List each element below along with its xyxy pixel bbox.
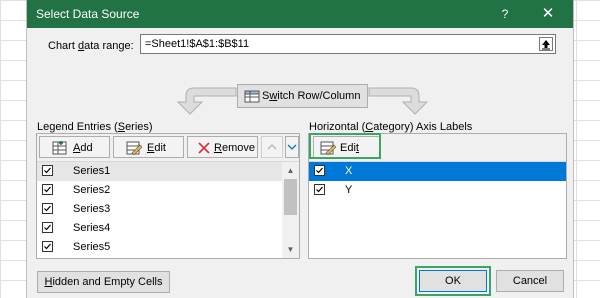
series-checkbox[interactable] <box>42 165 53 176</box>
right-curved-arrow-icon <box>368 87 429 115</box>
ok-button[interactable]: OK <box>419 270 487 292</box>
list-item[interactable]: Series3 <box>37 200 282 219</box>
axis-label-checkbox[interactable] <box>314 165 325 176</box>
range-select-icon <box>542 40 550 50</box>
series-label: Series1 <box>73 165 111 177</box>
left-curved-arrow-icon <box>176 87 237 115</box>
switch-row-column-icon <box>244 90 260 103</box>
legend-entries-label: Legend Entries (Series) <box>37 121 153 133</box>
list-item[interactable]: Series5 <box>37 238 282 257</box>
series-label: Series2 <box>73 184 111 196</box>
scroll-down-arrow-icon[interactable]: ▼ <box>282 241 299 258</box>
series-label: Series3 <box>73 203 111 215</box>
hidden-empty-cells-button[interactable]: Hidden and Empty Cells <box>37 271 170 293</box>
series-label: Series4 <box>73 222 111 234</box>
chevron-down-icon <box>287 144 297 150</box>
checkmark-icon <box>316 167 323 174</box>
switch-row-column-button[interactable]: Switch Row/Column <box>237 84 368 108</box>
axis-label: X <box>345 165 353 177</box>
checkmark-icon <box>44 186 51 193</box>
remove-x-icon <box>198 142 210 154</box>
collapse-dialog-button[interactable] <box>539 37 553 51</box>
checkmark-icon <box>316 186 323 193</box>
scrollbar-thumb[interactable] <box>284 179 297 215</box>
close-button[interactable]: ✕ <box>533 3 563 25</box>
checkmark-icon <box>44 243 51 250</box>
add-series-button[interactable]: Add <box>39 136 110 158</box>
edit-highlight-frame <box>309 133 381 159</box>
remove-series-label: Remove <box>214 142 255 154</box>
legend-entries-panel: Add Edit Remove Series1 Series2 Series3 … <box>36 133 300 259</box>
edit-series-button[interactable]: Edit <box>113 136 184 158</box>
list-item[interactable]: Y <box>309 181 566 200</box>
series-checkbox[interactable] <box>42 241 53 252</box>
dialog-title: Select Data Source <box>36 7 140 21</box>
help-button[interactable]: ? <box>493 3 517 25</box>
move-down-button[interactable] <box>285 136 299 158</box>
dialog-titlebar: Select Data Source ? ✕ <box>27 0 573 28</box>
checkmark-icon <box>44 167 51 174</box>
checkmark-icon <box>44 224 51 231</box>
add-series-label: Add <box>73 142 93 154</box>
chart-data-range-label: Chart data range: <box>48 40 134 52</box>
axis-label-checkbox[interactable] <box>314 184 325 195</box>
list-item[interactable]: Series2 <box>37 181 282 200</box>
chart-data-range-value[interactable]: =Sheet1!$A$1:$B$11 <box>145 38 249 50</box>
remove-series-button[interactable]: Remove <box>187 136 258 158</box>
move-up-button[interactable] <box>261 136 283 158</box>
axis-label: Y <box>345 184 353 196</box>
list-item[interactable]: X <box>309 162 566 181</box>
edit-series-label: Edit <box>147 142 166 154</box>
scroll-up-arrow-icon[interactable]: ▲ <box>282 162 299 179</box>
cancel-button[interactable]: Cancel <box>496 270 564 292</box>
series-checkbox[interactable] <box>42 222 53 233</box>
series-checkbox[interactable] <box>42 184 53 195</box>
chart-data-range-input[interactable]: =Sheet1!$A$1:$B$11 <box>140 34 556 54</box>
series-label: Series5 <box>73 241 111 253</box>
chevron-up-icon <box>267 144 277 150</box>
add-table-icon <box>52 141 67 155</box>
axis-labels-label: Horizontal (Category) Axis Labels <box>309 121 473 133</box>
legend-toolbar: Add Edit Remove <box>37 134 299 162</box>
checkmark-icon <box>44 205 51 212</box>
list-item[interactable]: Series1 <box>37 162 282 181</box>
select-data-source-dialog: Select Data Source ? ✕ Chart data range:… <box>27 0 573 298</box>
edit-series-icon <box>126 141 142 155</box>
list-item[interactable]: Series4 <box>37 219 282 238</box>
switch-row-column-label: Switch Row/Column <box>262 90 361 102</box>
series-checkbox[interactable] <box>42 203 53 214</box>
legend-scrollbar[interactable]: ▲ ▼ <box>282 162 299 258</box>
